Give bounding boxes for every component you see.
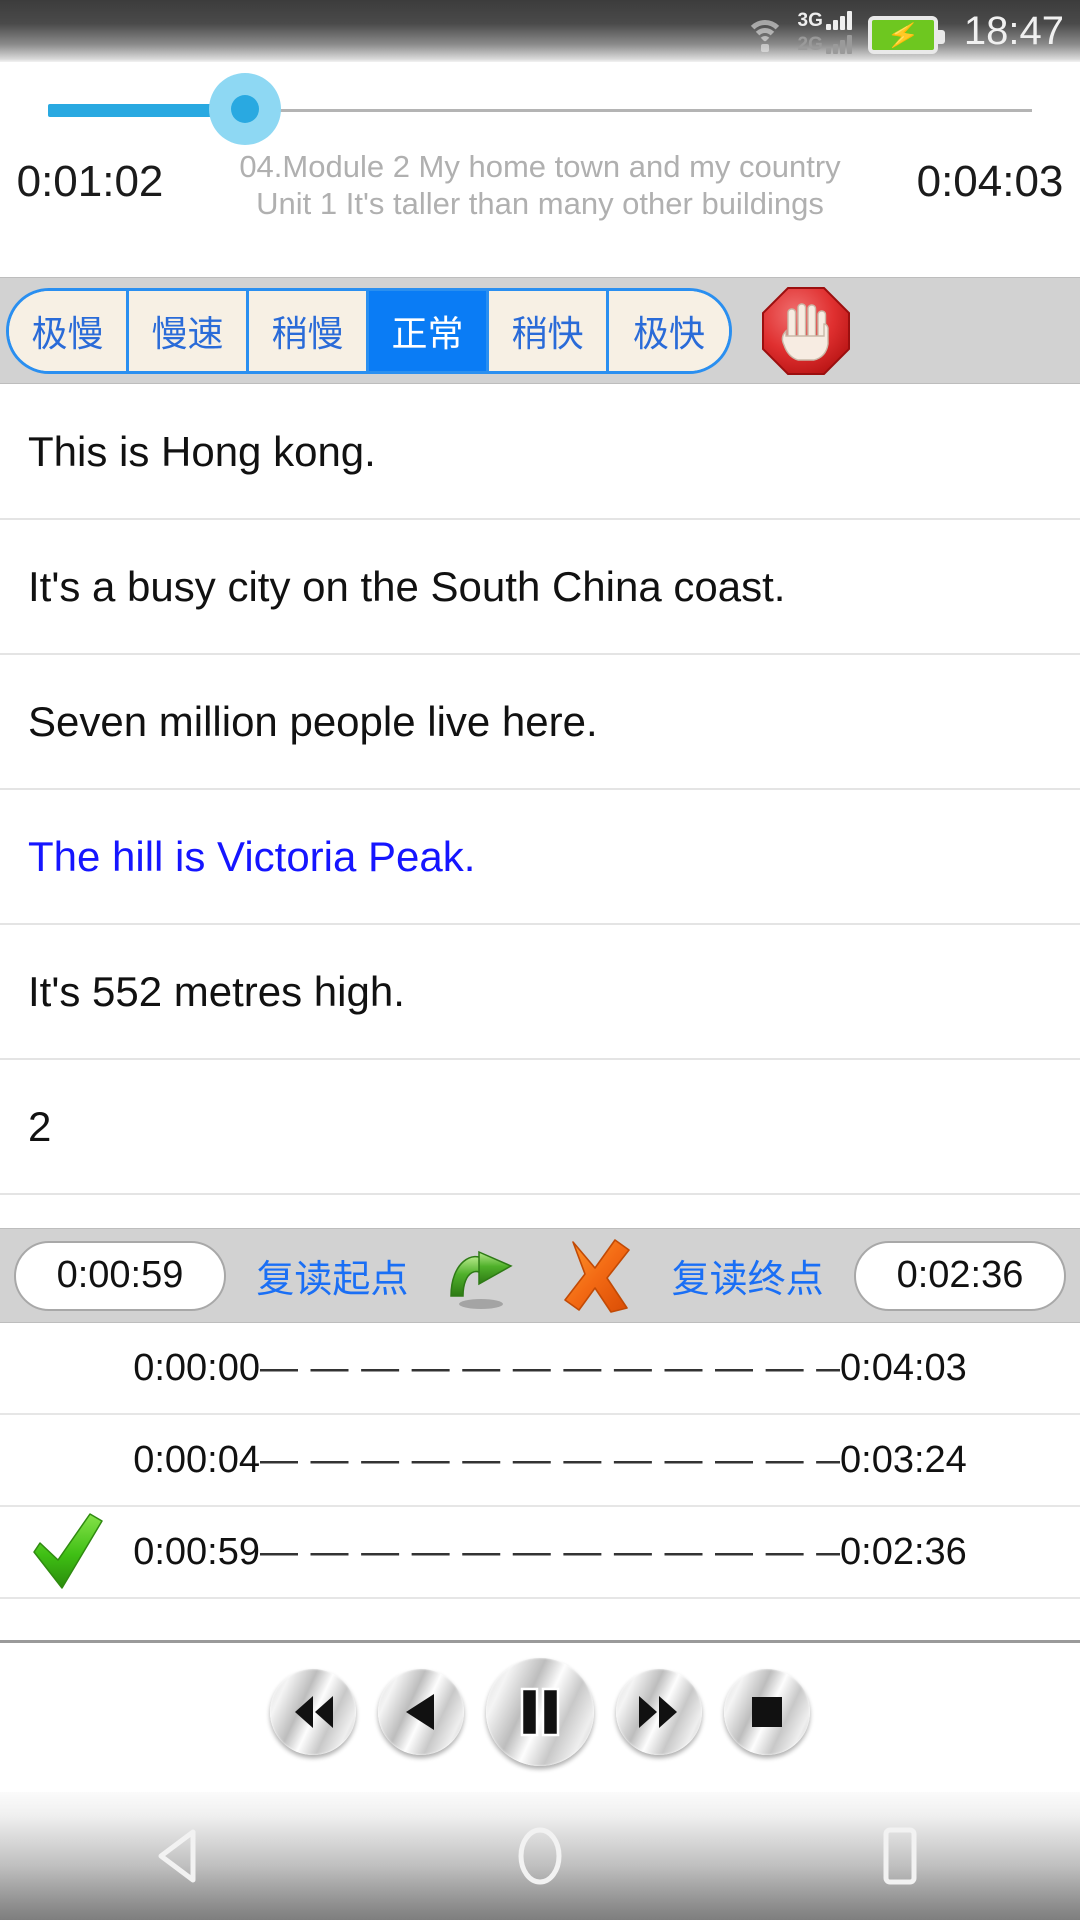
bookmark-end-time: 0:04:03 [840, 1346, 967, 1389]
repeat-end-time[interactable]: 0:02:36 [853, 1240, 1066, 1311]
transport-controls [0, 1640, 1080, 1780]
track-title-line1: 04.Module 2 My home town and my country [239, 149, 841, 184]
stop-square-icon [752, 1696, 782, 1727]
previous-icon [406, 1693, 434, 1730]
bookmark-start-time: 0:00:59 [133, 1530, 260, 1573]
sentence-text: This is Hong kong. [28, 427, 376, 475]
time-title-row: 0:01:02 04.Module 2 My home town and my … [0, 148, 1080, 226]
signal-2g-label: 2G [797, 34, 823, 55]
repeat-start-label[interactable]: 复读起点 [256, 1248, 408, 1303]
speed-option-label: 稍慢 [271, 312, 344, 354]
repeat-start-time[interactable]: 0:00:59 [14, 1240, 226, 1311]
pause-button[interactable] [486, 1657, 594, 1766]
bookmark-row[interactable]: 0:00:59— — — — — — — — — — — —0:02:36 [0, 1507, 1080, 1599]
signal-strength-group: 3G 2G [798, 9, 852, 54]
sentence-text: It's 552 metres high. [28, 967, 405, 1015]
bookmark-row[interactable]: 0:00:00— — — — — — — — — — — —0:04:03 [0, 1323, 1080, 1415]
stop-button[interactable] [724, 1668, 810, 1755]
signal-3g-row: 3G [798, 9, 852, 30]
sentence-text: It's a busy city on the South China coas… [28, 562, 786, 610]
sentence-list[interactable]: This is Hong kong. It's a busy city on th… [0, 385, 1080, 1195]
fast-forward-icon [639, 1695, 677, 1728]
bookmark-check-cell[interactable] [0, 1512, 120, 1592]
bookmark-end-time: 0:03:24 [840, 1438, 967, 1481]
track-title: 04.Module 2 My home town and my country … [180, 148, 900, 222]
sentence-row[interactable]: It's 552 metres high. [0, 925, 1080, 1060]
signal-2g-bars [825, 35, 852, 54]
sentence-text: 2 [28, 1102, 52, 1150]
speed-option-2[interactable]: 稍慢 [249, 290, 369, 371]
back-triangle-icon[interactable] [120, 1816, 240, 1896]
home-circle-icon[interactable] [480, 1816, 600, 1896]
android-nav-bar [0, 1792, 1080, 1920]
status-clock: 18:47 [963, 9, 1064, 53]
speed-option-1[interactable]: 慢速 [129, 290, 249, 371]
speed-segmented-control[interactable]: 极慢 慢速 稍慢 正常 稍快 极快 [6, 287, 732, 374]
status-bar: 3G 2G ⚡ 18:47 [0, 0, 1080, 62]
orange-x-icon[interactable] [555, 1238, 641, 1313]
speed-option-label: 极快 [632, 312, 705, 354]
speed-control-bar: 极慢 慢速 稍慢 正常 稍快 极快 [0, 277, 1080, 384]
green-loop-arrow-icon[interactable] [439, 1240, 525, 1312]
repeat-control-bar: 0:00:59 复读起点 复读终点 0:02:36 [0, 1228, 1080, 1323]
bookmark-start-time: 0:00:04 [133, 1438, 260, 1481]
pause-icon [520, 1687, 560, 1736]
speed-option-3[interactable]: 正常 [369, 290, 489, 371]
speed-option-label: 稍快 [511, 312, 584, 354]
signal-3g-bars [825, 11, 852, 30]
green-check-icon [33, 1513, 103, 1589]
bookmark-start-time: 0:00:00 [133, 1346, 260, 1389]
rewind-icon [295, 1695, 333, 1728]
sentence-text: The hill is Victoria Peak. [28, 832, 476, 880]
bookmark-end-time: 0:02:36 [840, 1530, 967, 1573]
bookmark-dash-separator: — — — — — — — — — — — — [260, 1530, 840, 1573]
speed-option-5[interactable]: 极快 [609, 290, 729, 371]
track-title-line2: Unit 1 It's taller than many other build… [256, 186, 824, 221]
rewind-button[interactable] [270, 1668, 356, 1755]
seek-bar[interactable] [0, 62, 1080, 157]
sentence-row[interactable]: Seven million people live here. [0, 655, 1080, 790]
signal-3g-label: 3G [797, 10, 823, 31]
sentence-row[interactable]: 2 [0, 1060, 1080, 1195]
speed-option-0[interactable]: 极慢 [9, 290, 129, 371]
speed-option-label: 正常 [391, 312, 464, 354]
bookmark-dash-separator: — — — — — — — — — — — — [260, 1438, 840, 1481]
sentence-row[interactable]: The hill is Victoria Peak. [0, 790, 1080, 925]
stop-hand-icon[interactable] [758, 283, 854, 379]
repeat-end-label[interactable]: 复读终点 [672, 1248, 824, 1303]
recents-square-icon[interactable] [840, 1816, 960, 1896]
wifi-icon [742, 14, 788, 54]
status-icons: 3G 2G ⚡ 18:47 [742, 8, 1064, 54]
sentence-text: Seven million people live here. [28, 697, 598, 745]
total-time-label: 0:04:03 [916, 157, 1064, 206]
seek-thumb[interactable] [230, 95, 259, 123]
fast-forward-button[interactable] [616, 1668, 702, 1755]
signal-2g-row: 2G [798, 33, 852, 54]
sentence-row[interactable]: It's a busy city on the South China coas… [0, 520, 1080, 655]
sentence-row[interactable]: This is Hong kong. [0, 385, 1080, 520]
speed-option-4[interactable]: 稍快 [489, 290, 609, 371]
speed-option-label: 慢速 [151, 312, 224, 354]
bookmark-dash-separator: — — — — — — — — — — — — [260, 1346, 840, 1389]
bolt-icon: ⚡ [884, 17, 922, 53]
previous-button[interactable] [378, 1668, 464, 1755]
bookmark-list[interactable]: 0:00:00— — — — — — — — — — — —0:04:03 0:0… [0, 1323, 1080, 1599]
battery-charging-icon: ⚡ [867, 16, 945, 54]
speed-option-label: 极慢 [31, 312, 104, 354]
bookmark-row[interactable]: 0:00:04— — — — — — — — — — — —0:03:24 [0, 1415, 1080, 1507]
current-time-label: 0:01:02 [16, 157, 164, 206]
